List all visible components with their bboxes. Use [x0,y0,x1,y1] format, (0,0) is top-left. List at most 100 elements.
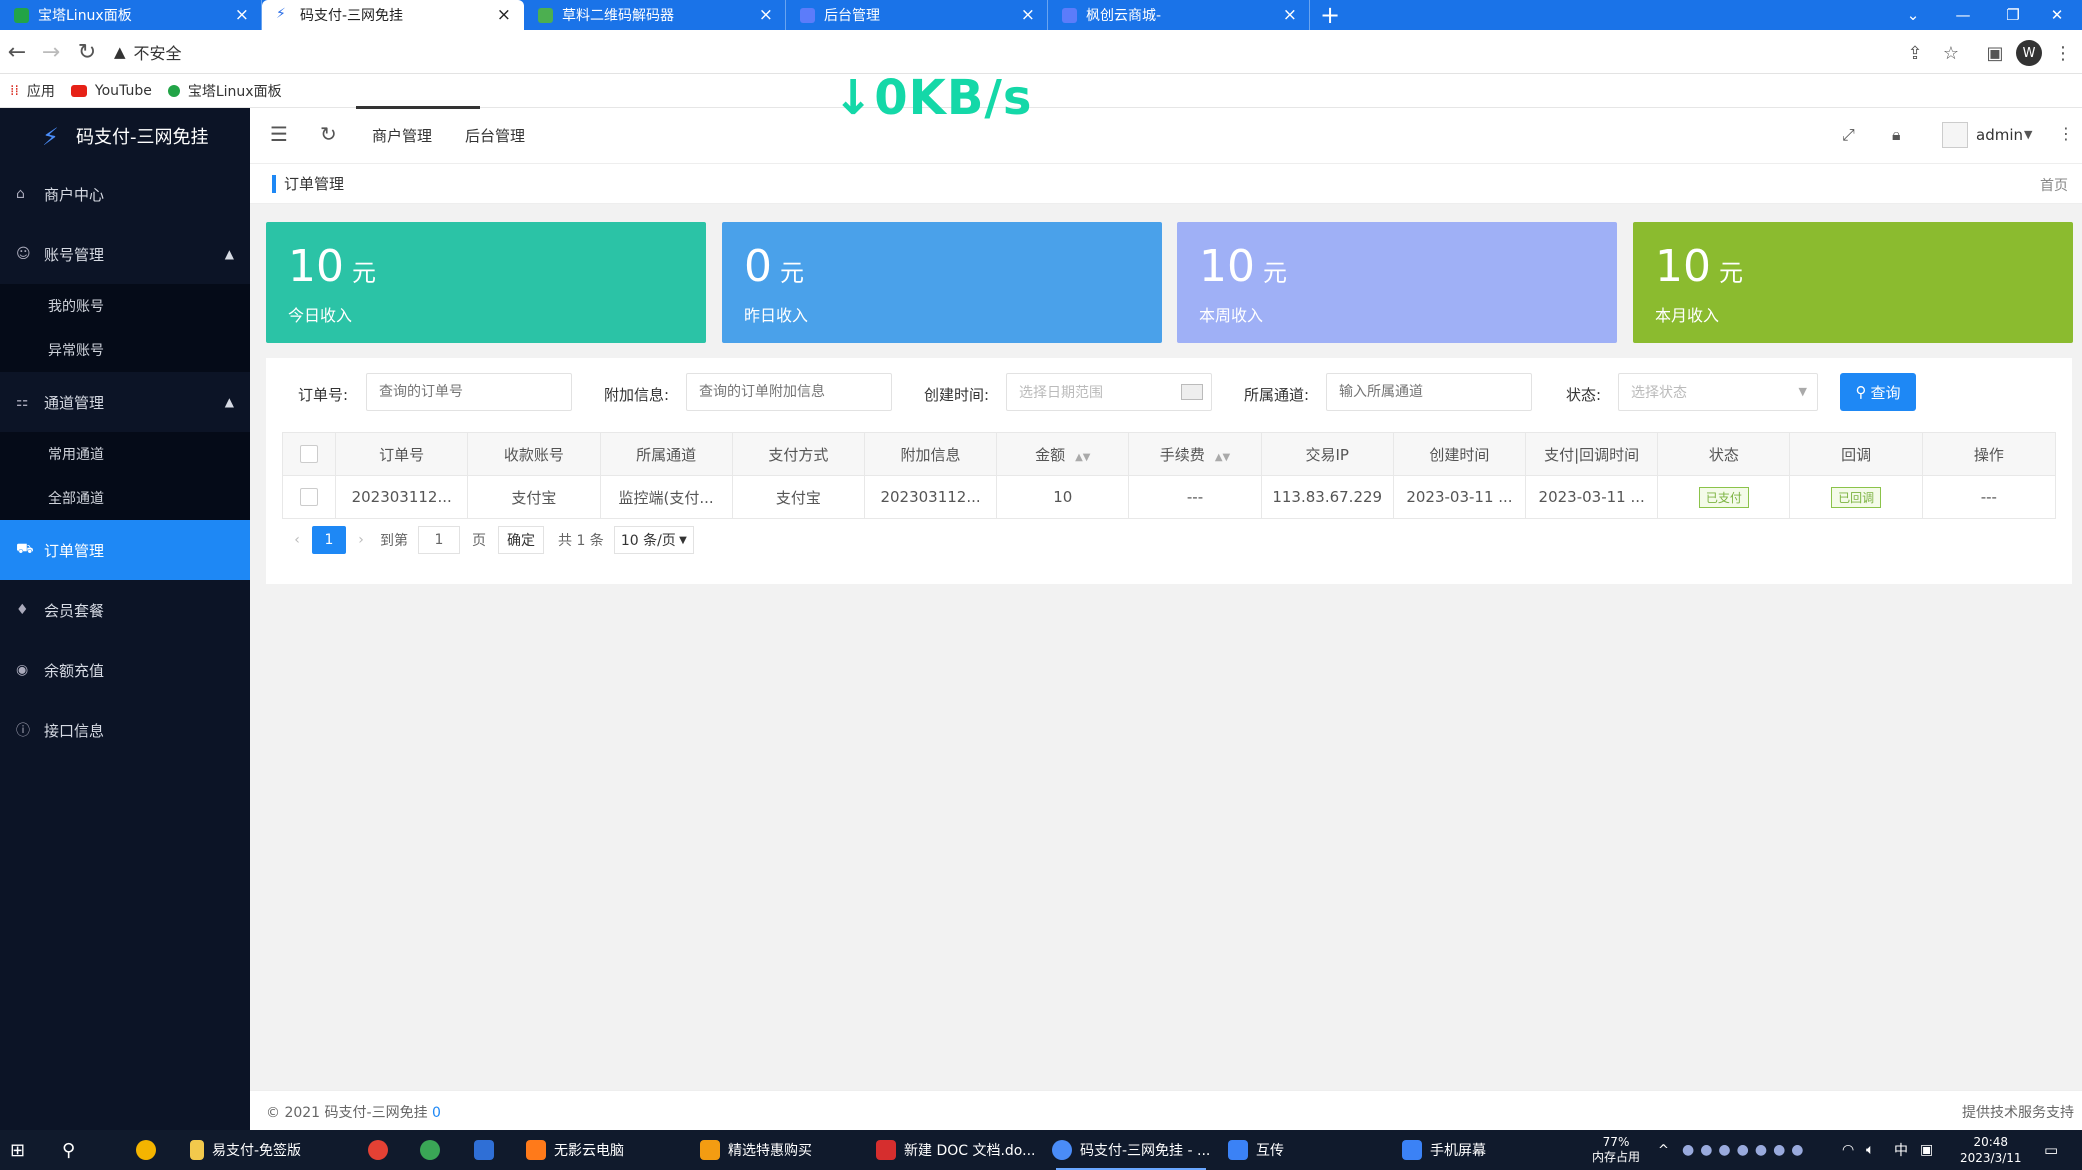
share-icon[interactable]: ⇪ [1902,40,1928,66]
row-checkbox[interactable] [300,488,319,507]
taskbar-app-blue[interactable] [474,1130,502,1170]
nav-merchant-management[interactable]: 商户管理 [355,106,481,146]
prev-page-icon[interactable]: ‹ [282,532,312,548]
taskbar-app[interactable]: 易支付-免签版 [190,1130,301,1170]
nav-admin-management[interactable]: 后台管理 [465,125,525,146]
browser-tab[interactable]: 草料二维码解码器 × [524,0,786,30]
channel-input[interactable] [1326,373,1532,411]
taskbar-app[interactable]: 互传 [1228,1130,1284,1170]
next-page-icon[interactable]: › [346,532,376,548]
breadcrumb-home-link[interactable]: 首页 [2040,175,2068,195]
sidebar-item-my-accounts[interactable]: 我的账号 [0,284,250,328]
taskbar-app[interactable]: 新建 DOC 文档.do... [876,1130,1035,1170]
orders-table: 订单号 收款账号 所属通道 支付方式 附加信息 金额 ▲▼ 手续费 ▲▼ 交易IP … [281,432,2057,519]
tray-app-icon[interactable]: ▣ [1920,1130,1933,1170]
date-range-placeholder: 选择日期范围 [1019,385,1103,401]
address-bar[interactable]: ▲ 不安全 [114,37,1914,67]
search-button[interactable]: ⚲ 查询 [1840,373,1916,411]
clock[interactable]: 20:48 2023/3/11 [1960,1130,2022,1170]
bookmark-baota[interactable]: 宝塔Linux面板 [167,81,282,101]
tray-icons[interactable]: ●●●●●●● [1682,1130,1810,1170]
version-link[interactable]: 0 [432,1105,441,1121]
taskbar-app[interactable]: 精选特惠购买 [700,1130,812,1170]
stat-value-row: 10 元 [288,244,376,296]
extra-info-input[interactable] [686,373,892,411]
input-method-indicator[interactable]: 中 [1894,1130,1908,1170]
bookmark-youtube[interactable]: YouTube [70,83,152,99]
order-no-input[interactable] [366,373,572,411]
taskbar-app[interactable]: 无影云电脑 [526,1130,624,1170]
taskbar-app-browser[interactable] [136,1130,164,1170]
menu-toggle-icon[interactable]: ☰ [270,122,288,146]
close-tab-icon[interactable]: × [497,5,511,25]
browser-tab-active[interactable]: ⚡ 码支付-三网免挂 × [262,0,524,30]
goto-page-input[interactable]: 1 [418,526,460,554]
sidebar-item-label: 通道管理 [44,393,105,412]
sort-icon[interactable]: ▲▼ [1075,452,1090,463]
sidebar-item-merchant-center[interactable]: ⌂ 商户中心 [0,164,250,224]
sidebar-item-all-channels[interactable]: 全部通道 [0,476,250,520]
caret-down-icon[interactable]: ▼ [2024,128,2032,141]
fullscreen-icon[interactable]: ⤢ [1842,125,1855,145]
notification-icon[interactable]: ▭ [2044,1130,2058,1170]
tab-search-icon[interactable]: ⌄ [1888,0,1938,30]
taskbar-app[interactable]: 手机屏幕 [1402,1130,1486,1170]
browser-tab[interactable]: 后台管理 × [786,0,1048,30]
stat-card-today: 10 元 今日收入 [266,222,706,343]
back-icon[interactable]: ← [2,38,32,66]
date-range-picker[interactable]: 选择日期范围 [1006,373,1212,411]
sidebar-item-api-info[interactable]: ⓘ 接口信息 [0,700,250,760]
sidebar-item-abnormal-accounts[interactable]: 异常账号 [0,328,250,372]
sort-icon[interactable]: ▲▼ [1215,452,1230,463]
apps-grid-icon: ⁞⁞ [10,82,19,99]
taskbar-app-green[interactable] [420,1130,448,1170]
sidebar-item-orders[interactable]: ⛟ 订单管理 [0,520,250,580]
close-tab-icon[interactable]: × [759,5,773,25]
volume-icon[interactable]: 🔈︎ [1866,1130,1874,1170]
bookmark-apps[interactable]: ⁞⁞ 应用 [10,81,55,101]
column-header: 所属通道 [599,432,733,476]
sidebar-item-channels[interactable]: ⚏ 通道管理 ▲ [0,372,250,432]
avatar[interactable] [1942,122,1968,148]
browser-tab[interactable]: 枫创云商城- × [1048,0,1310,30]
status-select[interactable]: 选择状态 ▼ [1618,373,1818,411]
side-panel-icon[interactable]: ▣ [1982,40,2008,66]
lock-icon[interactable]: 🔒︎ [1892,125,1901,145]
sidebar-item-recharge[interactable]: ◉ 余额充值 [0,640,250,700]
column-header-label: 金额 [1035,445,1066,464]
sidebar-item-accounts[interactable]: ☺ 账号管理 ▲ [0,224,250,284]
profile-avatar[interactable]: W [2016,40,2042,66]
more-menu-icon[interactable]: ⋮ [2050,40,2076,66]
close-tab-icon[interactable]: × [1283,5,1297,25]
column-header-amount[interactable]: 金额 ▲▼ [996,432,1130,476]
select-all-checkbox[interactable] [300,445,319,464]
sidebar-item-common-channels[interactable]: 常用通道 [0,432,250,476]
close-tab-icon[interactable]: × [1021,5,1035,25]
memory-usage[interactable]: 77% 内存占用 [1592,1130,1640,1170]
wifi-icon[interactable]: ◠ [1842,1130,1854,1170]
browser-tab[interactable]: 宝塔Linux面板 × [0,0,262,30]
refresh-icon[interactable]: ↻ [320,122,337,146]
bookmark-star-icon[interactable]: ☆ [1938,40,1964,66]
page-size-select[interactable]: 10 条/页 ▼ [613,526,694,554]
phone-screen-icon [1402,1140,1422,1160]
forward-icon[interactable]: → [36,38,66,66]
search-icon[interactable]: ⚲ [62,1130,75,1170]
more-vertical-icon[interactable]: ⋮ [2058,124,2074,143]
reload-icon[interactable]: ↻ [72,38,102,66]
taskbar-app-active[interactable]: 码支付-三网免挂 - ... [1052,1130,1210,1170]
close-tab-icon[interactable]: × [235,5,249,25]
column-header-fee[interactable]: 手续费 ▲▼ [1128,432,1262,476]
minimize-icon[interactable]: — [1938,0,1988,30]
close-window-icon[interactable]: ✕ [2032,0,2082,30]
taskbar-app-chrome[interactable] [368,1130,396,1170]
restore-icon[interactable]: ❐ [1988,0,2038,30]
sidebar-item-membership[interactable]: ♦ 会员套餐 [0,580,250,640]
new-tab-button[interactable]: + [1310,0,1350,30]
tray-overflow-icon[interactable]: ^ [1658,1130,1669,1170]
user-name[interactable]: admin [1976,126,2023,144]
page-number-current[interactable]: 1 [312,526,346,554]
copyright-text: © 2021 码支付-三网免挂 [266,1105,428,1121]
windows-start-icon[interactable]: ⊞ [10,1130,25,1170]
goto-confirm-button[interactable]: 确定 [498,526,544,554]
